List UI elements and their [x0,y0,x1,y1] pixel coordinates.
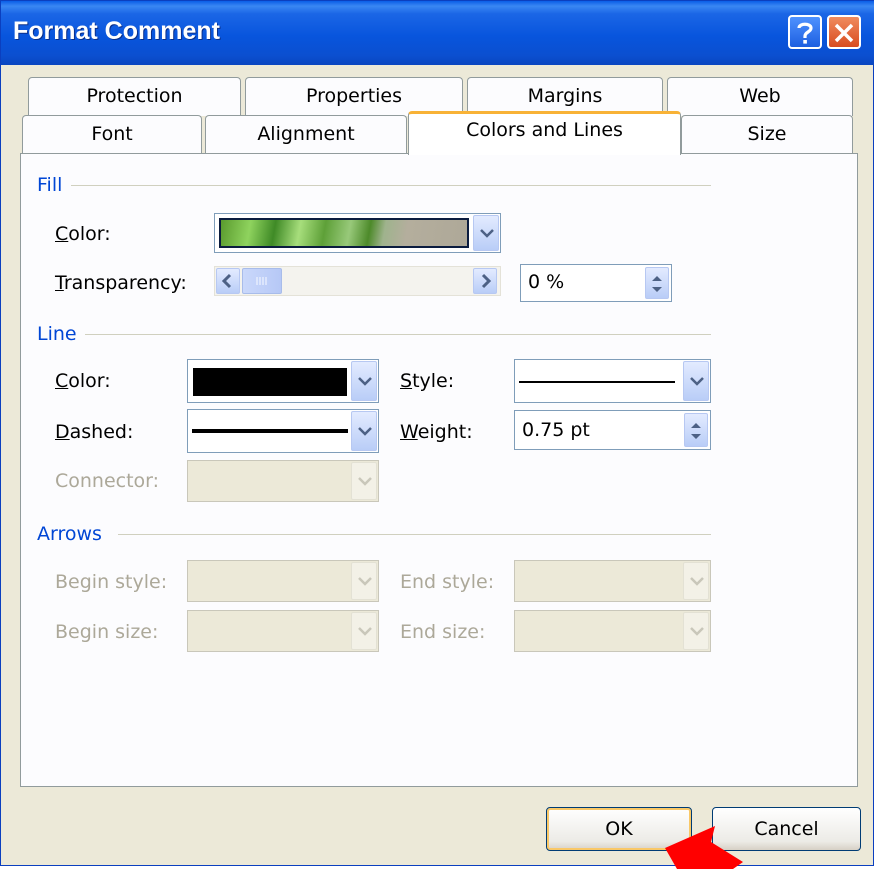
up-down-arrows-icon [691,423,701,439]
fill-group-label: Fill [37,174,63,196]
line-group-label: Line [37,323,77,345]
tab-web[interactable]: Web [667,77,853,116]
end-style-label: End style: [400,571,495,593]
tab-font[interactable]: Font [22,115,202,154]
line-color-swatch [193,368,347,396]
tab-protection[interactable]: Protection [28,77,241,116]
tab-size[interactable]: Size [681,115,853,154]
line-color-dropdown[interactable] [187,359,379,403]
chevron-left-icon [221,273,232,289]
dashed-dropdown[interactable] [187,409,379,453]
line-color-dropdown-button[interactable] [351,361,377,401]
chevron-down-icon [690,627,704,636]
line-style-dropdown-button[interactable] [683,361,709,401]
tab-colors-and-lines[interactable]: Colors and Lines [408,111,681,155]
dashed-dropdown-button[interactable] [351,411,377,451]
begin-size-label: Begin size: [55,621,159,643]
up-down-arrows-icon [652,276,662,292]
begin-style-dropdown-button [351,562,377,600]
line-style-label: Style: [400,370,455,392]
transparency-label: Transparency: [55,272,187,294]
weight-value[interactable]: 0.75 pt [522,419,590,441]
end-size-dropdown-button [683,612,709,650]
weight-label: Weight: [400,421,473,443]
transparency-spinner[interactable]: 0 % [520,264,672,302]
line-style-dropdown[interactable] [514,359,711,403]
fill-color-dropdown[interactable] [214,213,501,253]
help-button[interactable] [788,15,822,49]
fill-color-label: Color: [55,223,111,245]
fill-divider [71,185,711,186]
begin-style-dropdown [187,560,379,602]
fill-color-swatch [219,218,469,248]
line-style-preview [519,381,675,383]
question-icon [797,22,813,44]
format-comment-dialog: Format Comment Protection Properties Mar… [0,0,874,866]
transparency-spin-buttons[interactable] [645,267,669,299]
connector-dropdown-button [351,462,377,500]
dashed-preview [192,429,348,433]
line-color-label: Color: [55,370,111,392]
end-size-dropdown [514,610,711,652]
tab-alignment[interactable]: Alignment [205,115,407,154]
end-style-dropdown-button [683,562,709,600]
arrows-group-label: Arrows [37,523,102,545]
close-icon [834,23,854,43]
scroll-left-button[interactable] [216,268,240,294]
chevron-down-icon [358,377,372,386]
weight-spinner[interactable]: 0.75 pt [514,410,711,450]
chevron-down-icon [690,377,704,386]
begin-size-dropdown [187,610,379,652]
chevron-down-icon [690,577,704,586]
line-divider [85,334,711,335]
begin-style-label: Begin style: [55,571,168,593]
chevron-down-icon [358,477,372,486]
chevron-down-icon [358,427,372,436]
transparency-value[interactable]: 0 % [528,271,564,293]
arrows-divider [118,534,711,535]
scroll-right-button[interactable] [473,268,497,294]
transparency-slider[interactable] [214,266,501,296]
red-arrow-annotation [665,826,743,869]
close-button[interactable] [827,15,861,49]
dialog-title: Format Comment [13,17,220,45]
chevron-down-icon [358,577,372,586]
title-bar[interactable]: Format Comment [1,1,874,65]
grip-icon [256,277,267,285]
dashed-label: Dashed: [55,421,134,443]
chevron-down-icon [480,229,494,238]
weight-spin-buttons[interactable] [684,413,708,447]
transparency-thumb[interactable] [242,268,282,294]
end-style-dropdown [514,560,711,602]
fill-color-dropdown-button[interactable] [473,215,499,251]
end-size-label: End size: [400,621,486,643]
chevron-down-icon [358,627,372,636]
begin-size-dropdown-button [351,612,377,650]
connector-label: Connector: [55,470,160,492]
connector-dropdown [187,460,379,502]
chevron-right-icon [481,273,492,289]
